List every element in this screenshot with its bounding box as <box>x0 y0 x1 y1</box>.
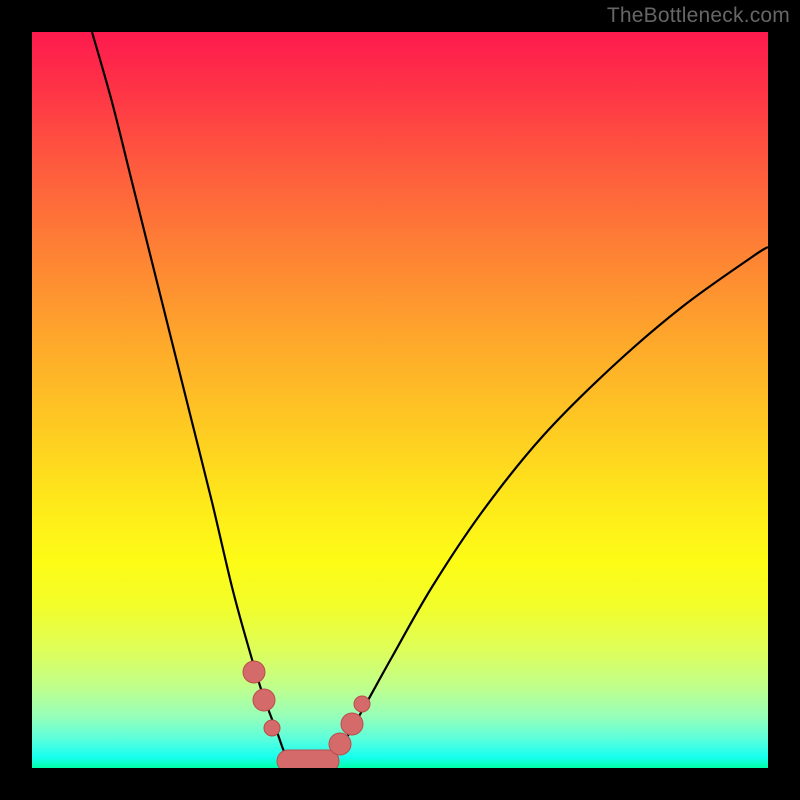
curve-marker <box>354 696 370 712</box>
curve-marker <box>243 661 265 683</box>
curve-layer <box>32 32 768 768</box>
chart-frame: TheBottleneck.com <box>0 0 800 800</box>
watermark-text: TheBottleneck.com <box>607 4 790 28</box>
bottleneck-curve <box>92 32 768 767</box>
curve-marker <box>341 713 363 735</box>
curve-marker <box>264 720 280 736</box>
curve-marker <box>329 733 351 755</box>
trough-bar <box>277 750 339 768</box>
plot-area <box>32 32 768 768</box>
curve-marker <box>253 689 275 711</box>
